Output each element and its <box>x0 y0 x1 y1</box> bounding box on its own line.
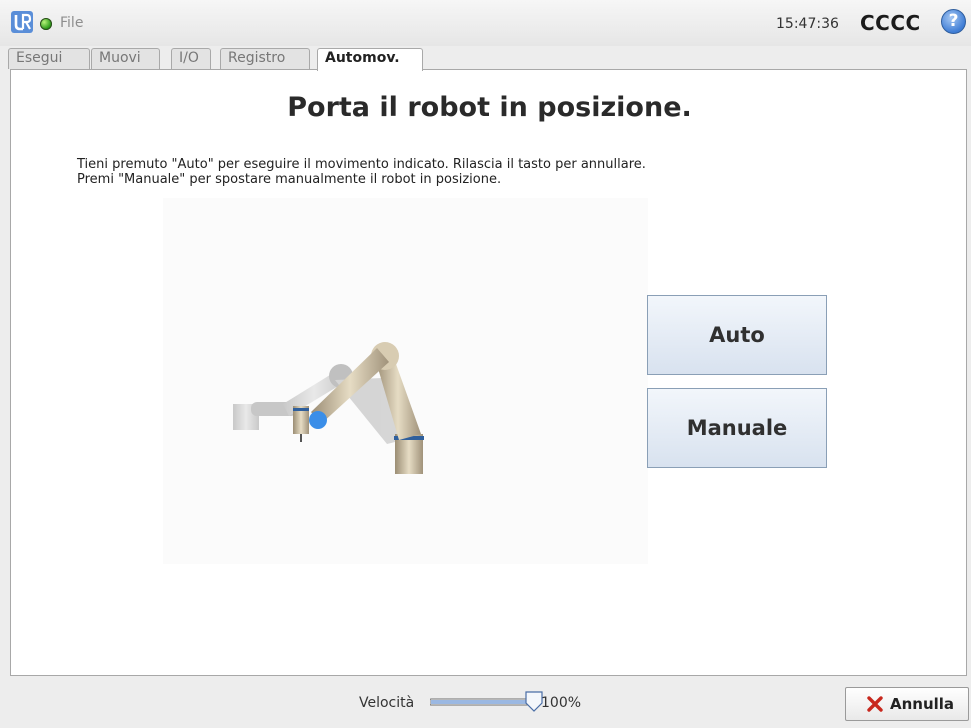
status-led-icon <box>40 18 52 30</box>
robot-illustration <box>163 198 648 564</box>
robot-name: CCCC <box>860 11 921 35</box>
instruction-line: Premi "Manuale" per spostare manualmente… <box>77 172 502 187</box>
auto-button[interactable]: Auto <box>647 295 827 375</box>
tab-io[interactable]: I/O <box>171 48 211 69</box>
close-x-icon <box>867 696 883 712</box>
cancel-button[interactable]: Annulla <box>845 687 969 721</box>
slider-thumb-icon[interactable] <box>525 691 543 712</box>
speed-slider[interactable] <box>430 691 544 713</box>
robot-arm-image <box>233 342 424 474</box>
page-title: Porta il robot in posizione. <box>287 92 692 123</box>
tab-esegui[interactable]: Esegui <box>8 48 90 69</box>
tab-registro[interactable]: Registro <box>220 48 310 69</box>
speed-value: 100% <box>541 695 582 711</box>
ur-logo-icon <box>11 11 33 33</box>
file-menu[interactable]: File <box>60 15 83 31</box>
tab-automov[interactable]: Automov. <box>317 48 423 71</box>
manual-button[interactable]: Manuale <box>647 388 827 468</box>
instructions: Tieni premuto "Auto" per eseguire il mov… <box>77 157 646 187</box>
speed-label: Velocità <box>359 695 415 711</box>
instruction-line: Tieni premuto "Auto" per eseguire il mov… <box>77 157 646 172</box>
top-bar: File 15:47:36 CCCC ? <box>0 0 971 46</box>
help-icon[interactable]: ? <box>941 9 966 34</box>
tab-muovi[interactable]: Muovi <box>91 48 160 69</box>
main-panel: Porta il robot in posizione. Tieni premu… <box>10 69 967 676</box>
clock: 15:47:36 <box>776 16 839 32</box>
cancel-label: Annulla <box>890 695 955 713</box>
